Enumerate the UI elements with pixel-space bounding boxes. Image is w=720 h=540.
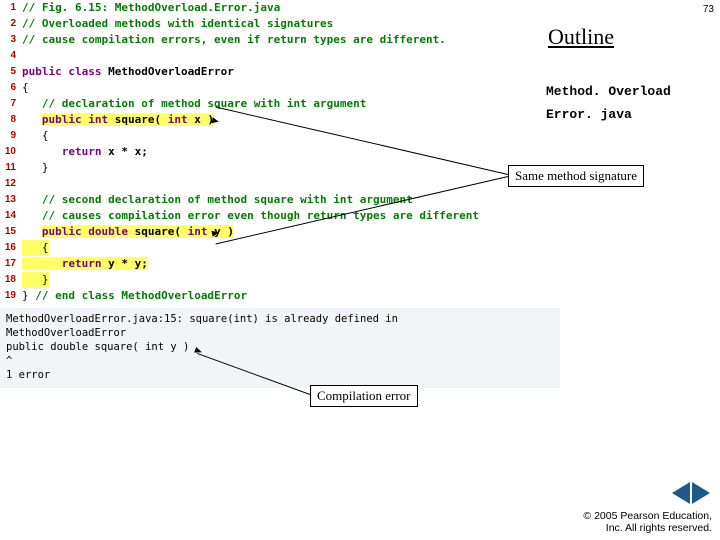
line-number: 14 (0, 208, 22, 224)
error-line: ^ (6, 354, 554, 368)
code-listing: 1// Fig. 6.15: MethodOverload.Error.java… (0, 0, 560, 304)
code-text: { (22, 128, 49, 144)
code-text: public class MethodOverloadError (22, 64, 234, 80)
line-number: 16 (0, 240, 22, 256)
line-number: 8 (0, 112, 22, 128)
line-number: 19 (0, 288, 22, 304)
footer-text: © 2005 Pearson Education, (583, 510, 712, 522)
error-line: MethodOverloadError.java:15: square(int)… (6, 312, 554, 326)
line-number: 15 (0, 224, 22, 240)
compiler-error-output: MethodOverloadError.java:15: square(int)… (0, 308, 560, 388)
code-text: // causes compilation error even though … (22, 208, 479, 224)
line-number: 7 (0, 96, 22, 112)
file-name-label: Error. java (546, 107, 712, 122)
arrow-head-icon (211, 117, 219, 124)
code-text: // Fig. 6.15: MethodOverload.Error.java (22, 0, 280, 16)
line-number: 2 (0, 16, 22, 32)
line-number: 18 (0, 272, 22, 288)
line-number: 1 (0, 0, 22, 16)
code-text: // Overloaded methods with identical sig… (22, 16, 333, 32)
line-number: 3 (0, 32, 22, 48)
code-text: return y * y; (22, 256, 148, 272)
code-text: } (22, 160, 49, 176)
prev-slide-button[interactable] (672, 482, 690, 504)
code-text: return x * x; (22, 144, 148, 160)
page-number: 73 (703, 4, 714, 15)
code-text: { (22, 80, 29, 96)
code-text: // second declaration of method square w… (22, 192, 413, 208)
code-text: public int square( int x ) (22, 112, 214, 128)
footer-text: Inc. All rights reserved. (583, 522, 712, 534)
line-number: 4 (0, 48, 22, 64)
line-number: 11 (0, 160, 22, 176)
class-name-label: Method. Overload (546, 84, 712, 99)
code-text: public double square( int y ) (22, 224, 234, 240)
line-number: 17 (0, 256, 22, 272)
line-number: 6 (0, 80, 22, 96)
callout-compilation-error: Compilation error (310, 385, 418, 407)
line-number: 5 (0, 64, 22, 80)
copyright-footer: © 2005 Pearson Education, Inc. All right… (583, 510, 712, 534)
outline-pane: 73 Outline Method. Overload Error. java (540, 0, 720, 122)
line-number: 10 (0, 144, 22, 160)
line-number: 13 (0, 192, 22, 208)
line-number: 9 (0, 128, 22, 144)
outline-heading: Outline (548, 24, 712, 50)
code-text: } (22, 272, 49, 288)
code-text: // declaration of method square with int… (22, 96, 366, 112)
code-text: } // end class MethodOverloadError (22, 288, 247, 304)
error-line: 1 error (6, 368, 554, 382)
error-line: public double square( int y ) (6, 340, 554, 354)
code-text: { (22, 240, 49, 256)
nav-controls (672, 482, 710, 504)
callout-same-signature: Same method signature (508, 165, 644, 187)
line-number: 12 (0, 176, 22, 192)
error-line: MethodOverloadError (6, 326, 554, 340)
code-text: // cause compilation errors, even if ret… (22, 32, 446, 48)
next-slide-button[interactable] (692, 482, 710, 504)
